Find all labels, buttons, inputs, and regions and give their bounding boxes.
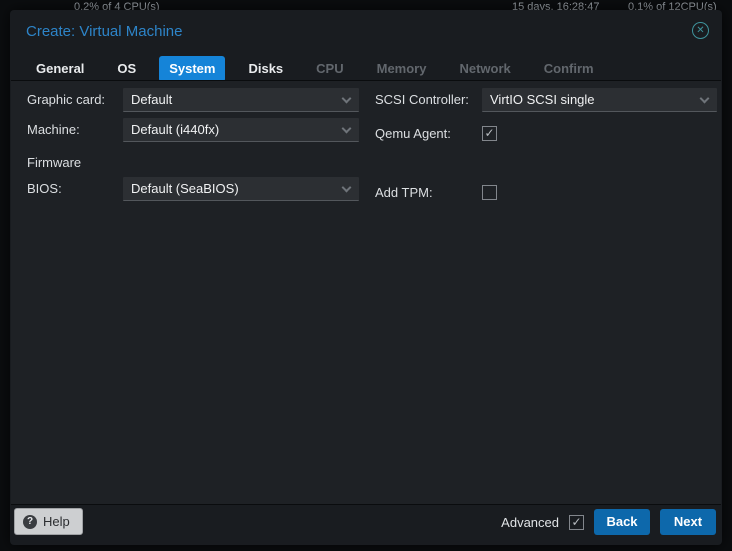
chevron-down-icon (341, 182, 352, 193)
checkmark-icon: ✓ (571, 514, 582, 529)
help-icon: ? (23, 514, 37, 529)
advanced-checkbox[interactable]: ✓ (569, 514, 584, 530)
back-button[interactable]: Back (594, 509, 650, 535)
chevron-down-icon (699, 93, 710, 104)
chevron-down-icon (341, 123, 352, 134)
close-icon[interactable]: ✕ (692, 22, 709, 39)
tab-general[interactable]: General (26, 56, 94, 82)
dialog-tabbar: General OS System Disks CPU Memory Netwo… (26, 56, 604, 82)
add-tpm-checkbox[interactable] (482, 185, 497, 200)
system-tab-panel: Graphic card: Default Machine: Default (… (11, 80, 721, 505)
tab-confirm: Confirm (543, 61, 594, 76)
help-button[interactable]: ? Help (14, 508, 83, 535)
tab-cpu: CPU (316, 61, 344, 76)
qemu-agent-label: Qemu Agent: (375, 126, 451, 141)
scsi-controller-label: SCSI Controller: (375, 92, 469, 107)
dialog-header: Create: Virtual Machine ✕ (10, 10, 722, 44)
machine-label: Machine: (27, 122, 80, 137)
dialog-footer: ? Help Advanced ✓ Back Next (10, 505, 722, 545)
tab-memory: Memory (376, 61, 427, 76)
tab-disks[interactable]: Disks (238, 56, 293, 82)
dialog-title: Create: Virtual Machine (26, 23, 183, 40)
scsi-controller-value: VirtIO SCSI single (490, 92, 595, 107)
machine-value: Default (i440fx) (131, 122, 220, 137)
tab-os[interactable]: OS (107, 56, 146, 82)
add-tpm-label: Add TPM: (375, 185, 433, 200)
qemu-agent-checkbox[interactable]: ✓ (482, 126, 497, 141)
advanced-label: Advanced (501, 514, 559, 530)
create-vm-dialog: Create: Virtual Machine ✕ General OS Sys… (10, 10, 722, 545)
footer-actions: Advanced ✓ Back Next (501, 509, 716, 535)
graphic-card-label: Graphic card: (27, 92, 106, 107)
checkmark-icon: ✓ (484, 126, 495, 140)
machine-select[interactable]: Default (i440fx) (123, 118, 359, 142)
graphic-card-value: Default (131, 92, 173, 107)
bios-value: Default (SeaBIOS) (131, 181, 239, 196)
bios-select[interactable]: Default (SeaBIOS) (123, 177, 359, 201)
graphic-card-select[interactable]: Default (123, 88, 359, 112)
firmware-heading: Firmware (27, 155, 82, 170)
chevron-down-icon (341, 93, 352, 104)
tab-system[interactable]: System (159, 56, 226, 82)
next-button[interactable]: Next (660, 509, 716, 535)
bios-label: BIOS: (27, 181, 62, 196)
tab-network: Network (459, 61, 511, 76)
help-button-label: Help (43, 514, 70, 529)
scsi-controller-select[interactable]: VirtIO SCSI single (482, 88, 717, 112)
